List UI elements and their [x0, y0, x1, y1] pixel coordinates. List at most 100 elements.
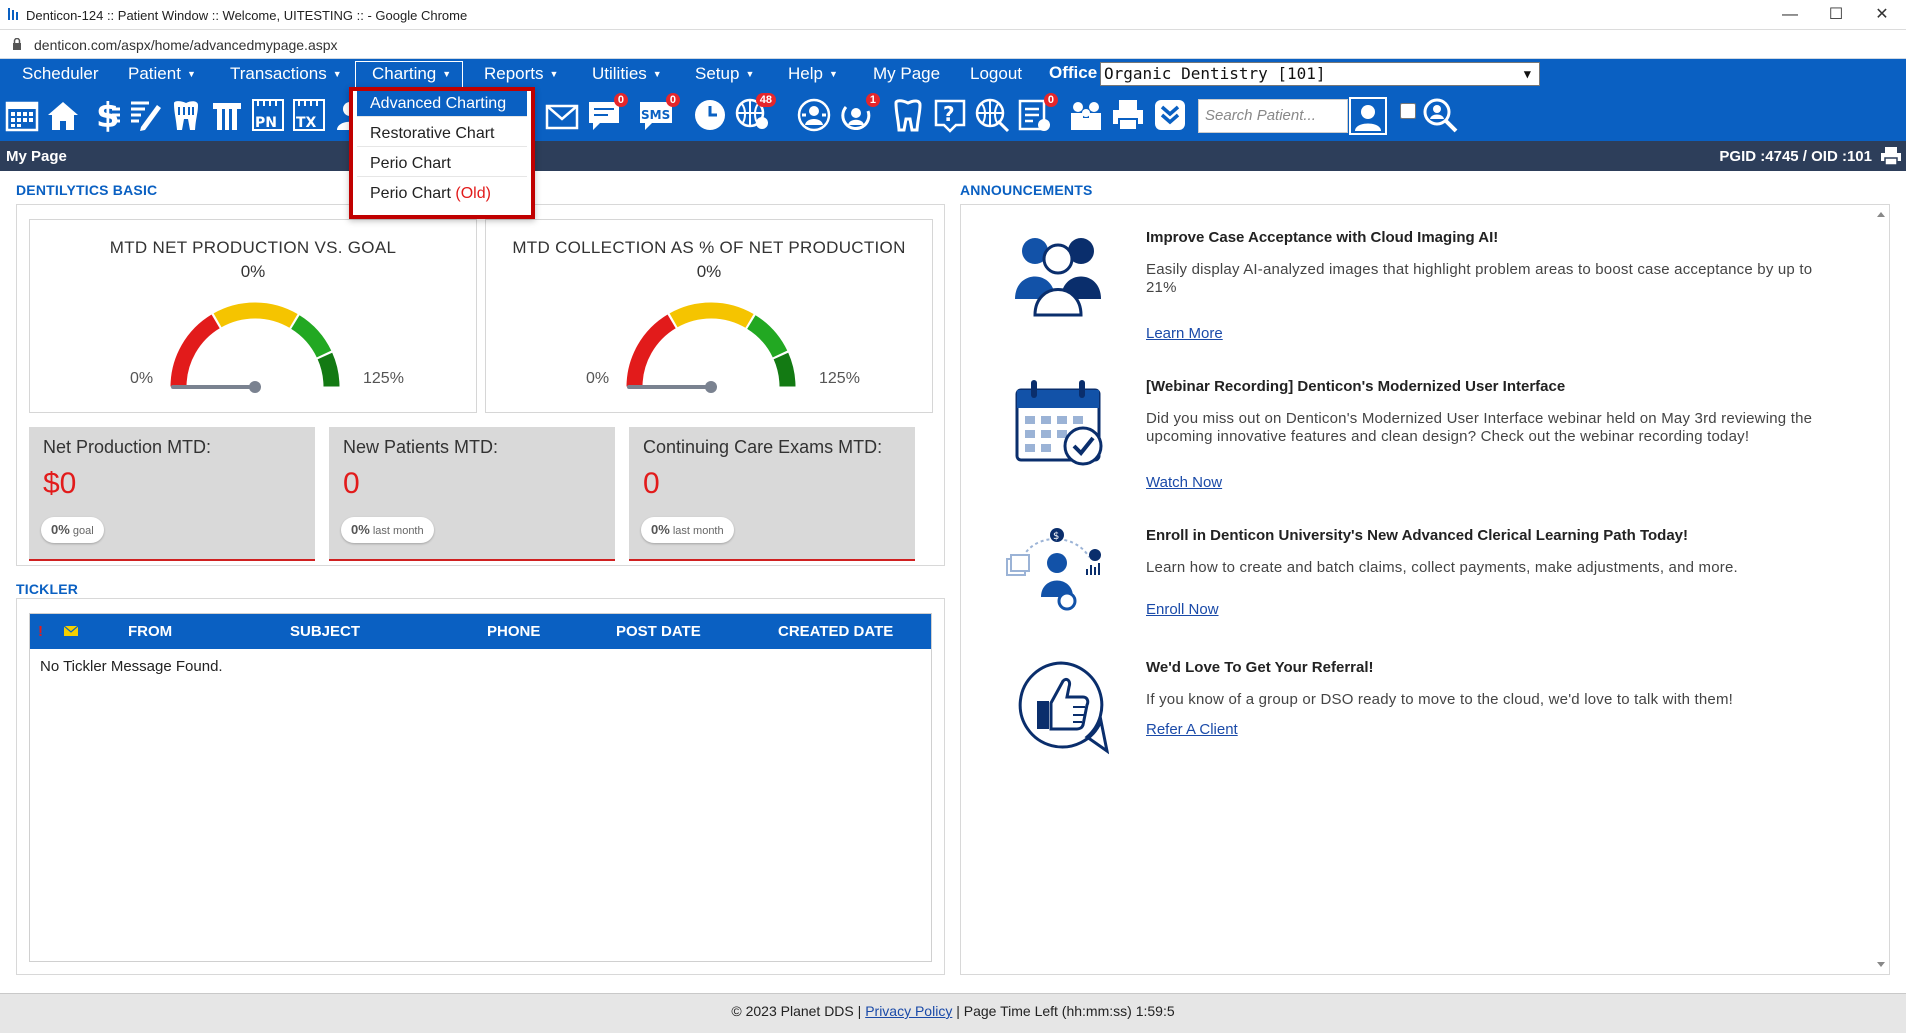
home-icon[interactable]	[45, 97, 81, 133]
column-subject[interactable]: SUBJECT	[290, 623, 360, 640]
globe-users-icon[interactable]: 48	[734, 93, 776, 133]
dentures-icon[interactable]	[209, 97, 245, 133]
print-icon[interactable]	[1880, 146, 1902, 166]
dropdown-arrow-icon: ▼	[1523, 67, 1531, 81]
nav-patient[interactable]: Patient ▼	[128, 63, 196, 87]
search-patient-icon[interactable]	[1349, 97, 1387, 135]
announcement-body: If you know of a group or DSO ready to m…	[1146, 691, 1734, 708]
nav-scheduler[interactable]: Scheduler	[22, 63, 99, 87]
privacy-policy-link[interactable]: Privacy Policy	[865, 1003, 952, 1019]
announcements-panel: Improve Case Acceptance with Cloud Imagi…	[960, 204, 1890, 975]
nav-setup[interactable]: Setup ▼	[695, 63, 754, 87]
checklist-icon[interactable]: 0	[1016, 93, 1058, 133]
kpi-title: New Patients MTD:	[343, 437, 499, 457]
nav-help[interactable]: Help ▼	[788, 63, 838, 87]
menu-restorative-chart[interactable]: Restorative Chart	[357, 121, 527, 147]
svg-text:SMS: SMS	[641, 108, 670, 122]
announcement-item: We'd Love To Get Your Referral! If you k…	[961, 659, 1871, 769]
close-button[interactable]: ✕	[1862, 4, 1902, 26]
gauge-segment-yellow	[668, 301, 755, 330]
pn-icon[interactable]: PN	[250, 97, 286, 133]
tickler-empty-message: No Tickler Message Found.	[40, 658, 223, 675]
tx-icon[interactable]: TX	[291, 97, 327, 133]
denticon-logo-icon	[8, 8, 18, 20]
chevron-down-icon[interactable]	[1152, 97, 1188, 133]
toolbar-checkbox[interactable]	[1400, 103, 1416, 119]
page-time-left: Page Time Left (hh:mm:ss) 1:59:5	[963, 1003, 1175, 1019]
column-created-date[interactable]: CREATED DATE	[778, 623, 893, 640]
chevron-down-icon: ▼	[549, 69, 559, 79]
gauge-segment-green	[289, 313, 333, 359]
nav-charting[interactable]: Charting ▼	[372, 63, 451, 87]
family-icon[interactable]	[1068, 97, 1104, 133]
people-group-icon	[1015, 238, 1101, 317]
announcements-title: ANNOUNCEMENTS	[960, 182, 1093, 198]
envelope-icon[interactable]	[64, 626, 78, 636]
address-bar[interactable]: denticon.com/aspx/home/advancedmypage.as…	[0, 31, 1906, 59]
calendar-check-icon	[1015, 380, 1103, 466]
calendar-icon[interactable]	[4, 97, 40, 133]
announcement-body: Did you miss out on Denticon's Modernize…	[1146, 410, 1813, 445]
old-suffix: (Old)	[455, 185, 491, 202]
priority-column[interactable]: !	[38, 623, 43, 640]
chat-badge: 0	[613, 93, 628, 107]
chevron-down-icon: ▼	[828, 69, 838, 79]
gauge-segment-red	[169, 313, 222, 388]
notes-edit-icon[interactable]	[127, 97, 163, 133]
sms-icon[interactable]: SMS 0	[638, 93, 680, 133]
office-select[interactable]: Organic Dentistry [101] ▼	[1100, 62, 1540, 86]
search-users-icon[interactable]	[1422, 97, 1458, 133]
learn-more-link[interactable]: Learn More	[1146, 325, 1223, 342]
lock-icon	[13, 38, 21, 50]
svg-text:?: ?	[943, 102, 955, 126]
clock-icon[interactable]	[692, 97, 728, 133]
web-icon[interactable]	[974, 97, 1010, 133]
nav-logout[interactable]: Logout	[970, 63, 1022, 87]
nav-reports[interactable]: Reports ▼	[484, 63, 558, 87]
gauge-card-collection: MTD COLLECTION AS % OF NET PRODUCTION 0%…	[485, 219, 933, 413]
mail-icon[interactable]	[544, 97, 580, 133]
chat-icon[interactable]: 0	[586, 93, 628, 133]
tooth-outline-icon[interactable]	[890, 97, 926, 133]
enroll-now-link[interactable]: Enroll Now	[1146, 601, 1219, 618]
print-icon[interactable]	[1110, 97, 1146, 133]
nav-utilities[interactable]: Utilities ▼	[592, 63, 662, 87]
mypage-title: My Page	[6, 148, 67, 165]
help-icon[interactable]: ?	[932, 97, 968, 133]
main-nav: Scheduler Patient ▼ Transactions ▼ Chartin…	[0, 59, 1906, 89]
column-from[interactable]: FROM	[128, 623, 172, 640]
announcement-title: We'd Love To Get Your Referral!	[1146, 659, 1374, 676]
checklist-badge: 0	[1043, 93, 1058, 107]
tooth-icon[interactable]	[168, 97, 204, 133]
nav-my-page[interactable]: My Page	[873, 63, 940, 87]
support-icon[interactable]	[796, 97, 832, 133]
maximize-button[interactable]: ☐	[1816, 4, 1856, 26]
dentilytics-panel: MTD NET PRODUCTION VS. GOAL 0% 0% 125% M…	[16, 204, 945, 566]
scrollbar[interactable]	[1873, 205, 1889, 974]
announcement-body: Easily display AI-analyzed images that h…	[1146, 261, 1813, 296]
referral-icon[interactable]: 1	[838, 93, 880, 133]
menu-perio-chart[interactable]: Perio Chart	[357, 151, 527, 177]
column-post-date[interactable]: POST DATE	[616, 623, 701, 640]
menu-advanced-charting[interactable]: Advanced Charting	[357, 91, 527, 117]
chevron-down-icon: ▼	[186, 69, 196, 79]
kpi-title: Net Production MTD:	[43, 437, 212, 457]
url-text[interactable]: denticon.com/aspx/home/advancedmypage.as…	[34, 37, 338, 53]
tickler-panel: ! FROM SUBJECT PHONE POST DATE CREATED D…	[16, 598, 945, 975]
announcement-body: Learn how to create and batch claims, co…	[1146, 559, 1738, 576]
gauge-value: 0%	[696, 262, 722, 281]
dollar-icon[interactable]: $	[86, 96, 122, 136]
kpi-badge: 0% goal	[41, 517, 104, 543]
watch-now-link[interactable]: Watch Now	[1146, 474, 1222, 491]
charting-dropdown-menu: Advanced Charting Restorative Chart Peri…	[349, 87, 535, 219]
chevron-down-icon: ▼	[745, 69, 755, 79]
chevron-down-icon: ▼	[332, 69, 342, 79]
column-phone[interactable]: PHONE	[487, 623, 540, 640]
sms-badge: 0	[665, 93, 680, 107]
search-patient-input[interactable]: Search Patient...	[1198, 99, 1348, 133]
refer-a-client-link[interactable]: Refer A Client	[1146, 721, 1238, 738]
minimize-button[interactable]: —	[1770, 4, 1810, 26]
nav-transactions[interactable]: Transactions ▼	[230, 63, 342, 87]
dentilytics-title: DENTILYTICS BASIC	[16, 182, 158, 198]
menu-perio-chart-old[interactable]: Perio Chart (Old)	[357, 181, 527, 207]
